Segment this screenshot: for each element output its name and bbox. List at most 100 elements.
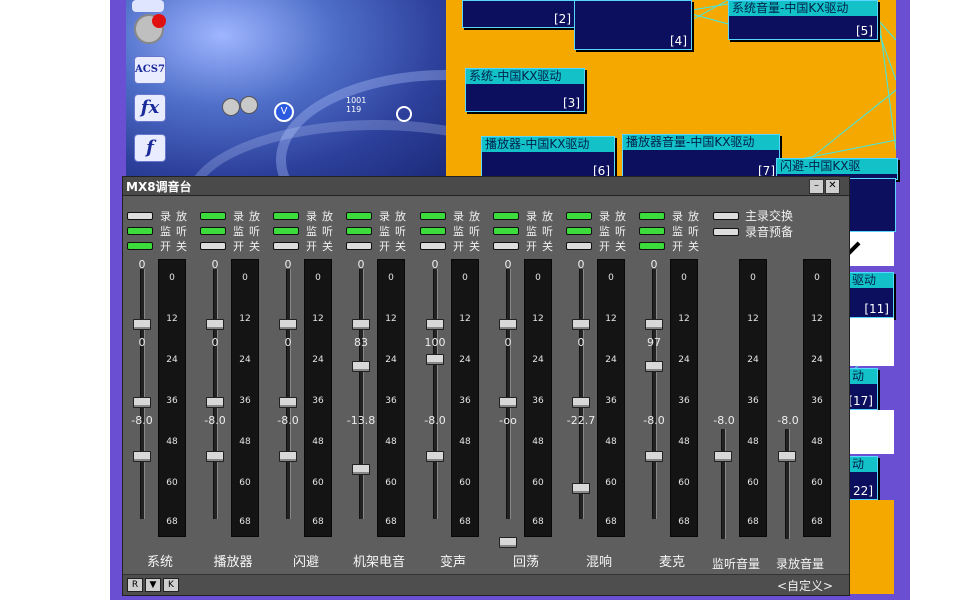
node-caption: 系统-中国KX驱动 xyxy=(466,69,584,84)
meter-tick: 24 xyxy=(747,355,759,365)
wallpaper-panel: ACS7 fx f V 1001 119 xyxy=(126,0,616,280)
dsp-node[interactable] xyxy=(848,178,896,232)
record-ready-switch[interactable] xyxy=(713,228,739,236)
master-swap-switch[interactable] xyxy=(713,212,739,220)
fader-knob[interactable] xyxy=(572,319,590,330)
fader-knob[interactable] xyxy=(572,397,590,408)
fader-knob[interactable] xyxy=(645,361,663,372)
fader-knob[interactable] xyxy=(499,537,517,548)
fader-knob[interactable] xyxy=(645,319,663,330)
fader-value: 0 xyxy=(650,258,658,271)
channel-switch[interactable] xyxy=(493,227,519,235)
fader-knob[interactable] xyxy=(499,319,517,330)
channel-switch[interactable] xyxy=(346,227,372,235)
meter-tick: 48 xyxy=(747,437,759,447)
fader-knob[interactable] xyxy=(499,397,517,408)
fader-knob[interactable] xyxy=(279,319,297,330)
fader-knob[interactable] xyxy=(426,451,444,462)
meter-tick: 36 xyxy=(385,396,397,406)
dropdown-button[interactable]: ▼ xyxy=(145,578,161,592)
switch-label: 听 xyxy=(322,225,333,238)
r-button[interactable]: R xyxy=(127,578,143,592)
fader-knob[interactable] xyxy=(426,354,444,365)
k-button[interactable]: K xyxy=(163,578,179,592)
wave-icon[interactable]: ACS7 xyxy=(134,56,166,84)
channel-switch[interactable] xyxy=(127,212,153,220)
switch-label: 放 xyxy=(395,210,406,223)
fader-knob[interactable] xyxy=(206,397,224,408)
fader-knob[interactable] xyxy=(133,451,151,462)
channel-switch[interactable] xyxy=(200,227,226,235)
switch-label: 关 xyxy=(322,240,333,253)
channel-switch[interactable] xyxy=(566,227,592,235)
fader-knob[interactable] xyxy=(206,451,224,462)
meter-tick: 36 xyxy=(678,396,690,406)
channel-switch[interactable] xyxy=(420,227,446,235)
speaker-icon[interactable] xyxy=(134,14,166,44)
fader-knob[interactable] xyxy=(714,451,732,462)
dsp-node[interactable]: 系统音量-中国KX驱动 [5] xyxy=(728,0,878,40)
minimize-button[interactable]: – xyxy=(809,179,824,194)
channel-switch[interactable] xyxy=(639,242,665,250)
level-meter: 0 12 24 36 48 60 68 xyxy=(158,259,186,537)
fader-knob[interactable] xyxy=(279,451,297,462)
link-speaker-icon[interactable] xyxy=(222,96,262,118)
fader-knob[interactable] xyxy=(133,319,151,330)
fader-value: -22.7 xyxy=(566,414,596,427)
channel-switch[interactable] xyxy=(493,212,519,220)
close-button[interactable]: ✕ xyxy=(825,179,840,194)
fader-knob[interactable] xyxy=(206,319,224,330)
node-caption: 动 xyxy=(849,457,877,472)
channel-switch[interactable] xyxy=(127,242,153,250)
fader-knob[interactable] xyxy=(572,483,590,494)
dsp-node[interactable]: [4] xyxy=(574,0,692,50)
counter-icon[interactable]: 1001 119 xyxy=(346,96,386,120)
channel-switch[interactable] xyxy=(127,227,153,235)
mixer-window[interactable]: MX8调音台 – ✕ 主录交换 录音预备 R ▼ K <自定义> 录放监听开关0… xyxy=(122,176,850,596)
meter-tick: 60 xyxy=(747,478,759,488)
f-icon[interactable]: f xyxy=(134,134,166,162)
channel-switch[interactable] xyxy=(200,242,226,250)
fader-knob[interactable] xyxy=(279,397,297,408)
app-icon-top[interactable] xyxy=(132,0,164,12)
dsp-node[interactable]: 系统-中国KX驱动 [3] xyxy=(465,68,585,112)
channel-switch[interactable] xyxy=(200,212,226,220)
mixer-title-bar[interactable]: MX8调音台 – ✕ xyxy=(123,177,849,196)
channel-switch[interactable] xyxy=(639,227,665,235)
fx-icon[interactable]: fx xyxy=(134,94,166,122)
dsp-node[interactable]: 驱动 [11] xyxy=(848,272,894,318)
node-caption: 系统音量-中国KX驱动 xyxy=(729,1,877,16)
dsp-node[interactable]: 播放器-中国KX驱动 [6] xyxy=(481,136,615,180)
v-circle-icon[interactable]: V xyxy=(274,102,294,122)
fader-knob[interactable] xyxy=(133,397,151,408)
circle-icon[interactable] xyxy=(396,106,412,122)
channel-switch[interactable] xyxy=(420,212,446,220)
dsp-node[interactable]: 动 22] xyxy=(848,456,878,500)
fader-value: -8.0 xyxy=(424,414,446,427)
fader-knob[interactable] xyxy=(645,451,663,462)
channel-switch[interactable] xyxy=(566,242,592,250)
switch-label: 放 xyxy=(542,210,553,223)
meter-tick: 12 xyxy=(811,314,823,324)
switch-label: 听 xyxy=(615,225,626,238)
dsp-node[interactable]: [2] xyxy=(462,0,576,28)
fader-knob[interactable] xyxy=(352,464,370,475)
channel-switch[interactable] xyxy=(273,227,299,235)
meter-tick: 60 xyxy=(239,478,251,488)
channel-switch[interactable] xyxy=(346,242,372,250)
dsp-node[interactable]: 动 [17] xyxy=(848,368,878,410)
fader-knob[interactable] xyxy=(352,319,370,330)
channel-switch[interactable] xyxy=(346,212,372,220)
fader-knob[interactable] xyxy=(426,319,444,330)
channel-switch[interactable] xyxy=(273,242,299,250)
fader-value: 97 xyxy=(647,336,661,349)
fader-knob[interactable] xyxy=(352,361,370,372)
dsp-node[interactable]: 播放器音量-中国KX驱动 [7] xyxy=(622,134,780,180)
fader-knob[interactable] xyxy=(778,451,796,462)
custom-preset-label[interactable]: <自定义> xyxy=(777,577,833,594)
channel-switch[interactable] xyxy=(273,212,299,220)
channel-switch[interactable] xyxy=(639,212,665,220)
channel-switch[interactable] xyxy=(493,242,519,250)
channel-switch[interactable] xyxy=(420,242,446,250)
channel-switch[interactable] xyxy=(566,212,592,220)
